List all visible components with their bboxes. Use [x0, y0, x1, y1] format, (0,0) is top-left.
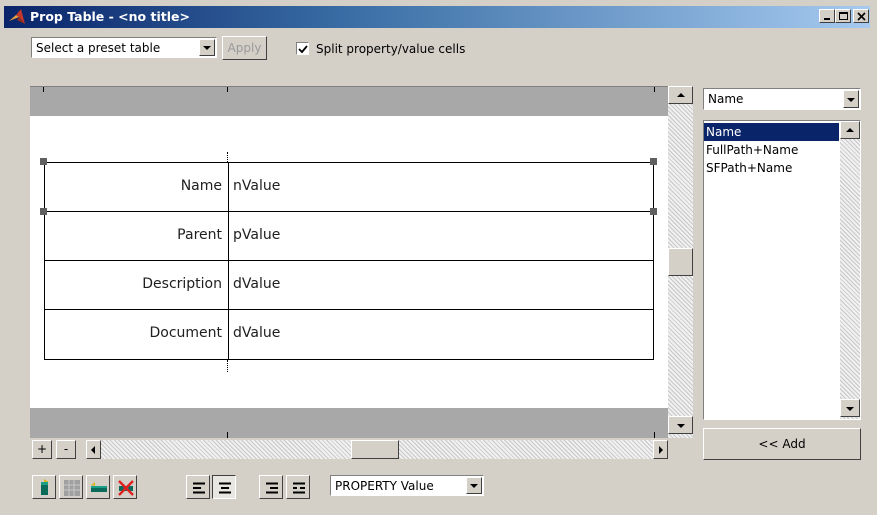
insert-column-button[interactable] [86, 475, 110, 499]
list-item-name[interactable]: Name [704, 123, 839, 141]
footer-band [30, 408, 668, 438]
scroll-up-button[interactable] [668, 86, 693, 104]
list-scroll-down-button[interactable] [840, 399, 860, 417]
maximize-button[interactable] [835, 9, 851, 23]
scroll-down-button[interactable] [668, 416, 693, 434]
table-canvas[interactable]: Name nValue Parent pValue Description dV… [30, 86, 668, 438]
matlab-logo-icon [8, 8, 26, 26]
grid-icon [64, 480, 80, 496]
selection-handle[interactable] [650, 208, 657, 215]
arrow-down-icon [846, 407, 854, 411]
maximize-icon [839, 12, 848, 20]
table-row[interactable]: Name nValue [45, 163, 653, 212]
align-center-button[interactable] [212, 475, 236, 499]
split-cells-label: Split property/value cells [316, 42, 466, 56]
insert-row-button[interactable] [32, 475, 56, 499]
preset-dropdown-button[interactable] [199, 39, 215, 56]
table-row[interactable]: Document dValue [45, 310, 653, 359]
chevron-down-icon [203, 46, 211, 50]
property-cell: Description [142, 276, 222, 292]
cell-content-selected: PROPERTY Value [335, 479, 434, 493]
arrow-right-icon [659, 446, 663, 454]
align-right-button[interactable] [259, 475, 283, 499]
arrow-left-icon [91, 446, 95, 454]
column-guide [227, 360, 228, 372]
align-left-icon [193, 482, 205, 494]
arrow-down-icon [677, 424, 685, 428]
apply-button[interactable]: Apply [222, 36, 267, 60]
property-type-selected: Name [708, 92, 744, 106]
chevron-down-icon [470, 484, 478, 488]
prop-table-window: Prop Table - <no title> Select a preset … [0, 0, 877, 515]
cell-content-dropdown-button[interactable] [466, 477, 482, 494]
preset-table-dropdown[interactable]: Select a preset table [31, 37, 217, 58]
property-list[interactable]: Name FullPath+Name SFPath+Name [703, 120, 861, 420]
align-center-icon [219, 482, 231, 494]
title-bar[interactable]: Prop Table - <no title> [4, 6, 870, 28]
minimize-button[interactable] [819, 9, 835, 23]
property-type-dropdown-button[interactable] [843, 90, 859, 108]
list-scrollbar[interactable] [840, 121, 860, 419]
list-item-sfpath-name[interactable]: SFPath+Name [704, 159, 839, 177]
ruler-tick [654, 432, 655, 438]
split-cells-checkbox[interactable] [296, 42, 309, 55]
horizontal-scroll-thumb[interactable] [351, 440, 399, 459]
checkmark-icon [298, 45, 308, 54]
scroll-left-button[interactable] [86, 440, 101, 459]
table-row[interactable]: Parent pValue [45, 212, 653, 261]
close-icon [857, 12, 866, 21]
horizontal-scrollbar[interactable] [86, 440, 668, 459]
property-cell: Name [180, 178, 222, 194]
arrow-up-icon [677, 93, 685, 97]
vertical-scroll-thumb[interactable] [668, 248, 693, 276]
scroll-right-button[interactable] [653, 440, 668, 459]
value-cell: nValue [233, 178, 281, 194]
property-cell: Document [149, 325, 222, 341]
chevron-down-icon [847, 98, 855, 102]
cell-content-dropdown[interactable]: PROPERTY Value [330, 475, 484, 496]
minimize-icon [824, 18, 830, 20]
value-cell: dValue [233, 276, 281, 292]
align-right-icon [266, 482, 278, 494]
remove-row-button[interactable]: - [56, 440, 76, 459]
justify-button[interactable] [286, 475, 310, 499]
arrow-up-icon [846, 128, 854, 132]
close-button[interactable] [853, 9, 869, 23]
align-left-button[interactable] [186, 475, 210, 499]
table-row[interactable]: Description dValue [45, 261, 653, 310]
insert-column-icon [91, 482, 107, 492]
delete-button[interactable] [113, 475, 137, 499]
header-band [30, 86, 668, 116]
selection-handle[interactable] [650, 158, 657, 165]
vertical-scrollbar[interactable] [668, 86, 693, 438]
ruler-tick [43, 87, 44, 92]
ruler-tick [227, 432, 228, 438]
property-type-dropdown[interactable]: Name [703, 88, 861, 110]
ruler-tick [227, 87, 228, 92]
property-cell: Parent [177, 227, 222, 243]
window-title: Prop Table - <no title> [30, 9, 190, 24]
merge-cells-button[interactable] [59, 475, 83, 499]
add-row-button[interactable]: + [32, 440, 52, 459]
column-guide [227, 152, 228, 162]
preset-table-selected: Select a preset table [36, 41, 161, 55]
justify-icon [293, 482, 305, 494]
add-property-button[interactable]: << Add [703, 428, 861, 460]
list-item-fullpath-name[interactable]: FullPath+Name [704, 141, 839, 159]
insert-row-icon [41, 479, 49, 495]
selection-handle[interactable] [40, 208, 47, 215]
ruler-tick [654, 87, 655, 92]
value-cell: pValue [233, 227, 281, 243]
delete-icon [118, 480, 134, 496]
value-cell: dValue [233, 325, 281, 341]
selection-handle[interactable] [40, 158, 47, 165]
list-scroll-up-button[interactable] [840, 121, 860, 139]
property-table[interactable]: Name nValue Parent pValue Description dV… [44, 162, 654, 360]
